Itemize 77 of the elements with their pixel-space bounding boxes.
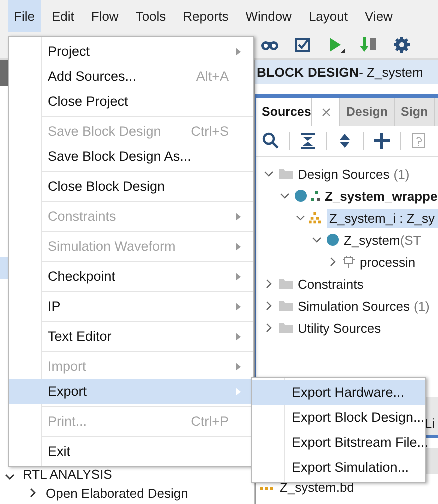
- menu-item[interactable]: View: [359, 0, 399, 32]
- submenu-arrow-icon: [235, 332, 242, 342]
- submenu-arrow-icon: [235, 302, 242, 312]
- submenu-arrow-icon: [235, 242, 242, 252]
- close-icon[interactable]: [322, 108, 332, 116]
- download-bits-icon[interactable]: [360, 36, 378, 54]
- chevron-right-icon[interactable]: [264, 279, 274, 289]
- chevron-down-icon[interactable]: [312, 235, 322, 245]
- tree-item[interactable]: Design Sources: [298, 166, 390, 182]
- menu-entry[interactable]: Text Editor: [9, 324, 253, 349]
- chevron-down-icon[interactable]: [296, 213, 306, 223]
- chevron-right-icon[interactable]: [28, 488, 38, 498]
- chevron-down-icon[interactable]: [264, 169, 274, 179]
- menu-entry[interactable]: Exit: [9, 439, 253, 464]
- chip-icon: [342, 255, 356, 269]
- folder-icon: [278, 298, 294, 314]
- tree-item[interactable]: processin: [360, 254, 416, 270]
- menu-entry[interactable]: Save Block Design As...: [9, 144, 253, 169]
- menu-item[interactable]: Flow: [85, 0, 125, 32]
- hierarchy-icon: [311, 189, 321, 203]
- menu-entry[interactable]: Export Simulation...: [252, 455, 425, 480]
- menu-item[interactable]: Reports: [177, 0, 235, 32]
- module-dot-icon: [326, 233, 340, 247]
- menu-entry[interactable]: Export: [9, 379, 253, 404]
- menu-item[interactable]: Tools: [130, 0, 172, 32]
- submenu-arrow-icon: [235, 272, 242, 282]
- editor-subtitle: - Z_system: [359, 64, 424, 80]
- menu-entry[interactable]: Export Bitstream File...: [252, 430, 425, 455]
- submenu-arrow-icon: [235, 46, 242, 56]
- menu-entry[interactable]: Close Project: [9, 89, 253, 114]
- search-icon[interactable]: [262, 132, 280, 150]
- tree-item[interactable]: Simulation Sources: [298, 298, 410, 314]
- menu-entry[interactable]: Checkpoint: [9, 264, 253, 289]
- panel-tab[interactable]: Li: [424, 416, 438, 435]
- checkbox-icon[interactable]: [294, 36, 312, 54]
- tree-item[interactable]: Z_system: [344, 232, 400, 248]
- menu-entry[interactable]: Close Block Design: [9, 174, 253, 199]
- menu-item[interactable]: Edit: [46, 0, 80, 32]
- file-name[interactable]: Z_system.bd: [280, 480, 354, 495]
- menu-item[interactable]: Layout: [302, 0, 354, 32]
- tree-item[interactable]: Utility Sources: [298, 320, 382, 336]
- item-count: (1): [394, 166, 410, 182]
- folder-icon: [278, 276, 294, 292]
- chevron-right-icon[interactable]: [264, 323, 274, 333]
- submenu-arrow-icon: [235, 212, 242, 222]
- submenu-arrow-icon: [235, 362, 242, 372]
- menu-entry[interactable]: IP: [9, 294, 253, 319]
- menu-entry[interactable]: Export Block Design...: [252, 405, 425, 430]
- flow-navigator-item[interactable]: Open Elaborated Design: [46, 486, 188, 500]
- add-icon[interactable]: [373, 132, 391, 150]
- panel-tab[interactable]: Design: [340, 98, 396, 126]
- editor-title: BLOCK DESIGN: [257, 64, 360, 80]
- tree-item[interactable]: Constraints: [298, 276, 364, 292]
- run-icon[interactable]: [327, 36, 345, 54]
- menu-entry[interactable]: Export Hardware...: [252, 380, 425, 405]
- folder-icon: [278, 166, 294, 182]
- chevron-down-icon[interactable]: [5, 472, 15, 482]
- module-type: (ST: [400, 232, 422, 248]
- menu-entry[interactable]: Project: [9, 39, 253, 64]
- module-dot-icon: [294, 189, 308, 203]
- tree-item[interactable]: Z_system_i : Z_sy: [326, 208, 438, 228]
- panel-tab[interactable]: Sign: [395, 98, 436, 126]
- menu-entry[interactable]: Add Sources... Alt+A: [9, 64, 253, 89]
- gear-icon[interactable]: [393, 36, 411, 54]
- folder-icon: [278, 320, 294, 336]
- flow-section-title: RTL ANALYSIS: [23, 467, 112, 482]
- collapse-all-icon[interactable]: [299, 132, 317, 150]
- tree-item[interactable]: Z_system_wrappe: [325, 188, 438, 204]
- item-count: (1): [414, 298, 430, 314]
- block-design-icon: [309, 211, 323, 225]
- chevron-right-icon[interactable]: [328, 257, 338, 267]
- menu-item[interactable]: Window: [240, 0, 298, 32]
- submenu-arrow-icon: [235, 386, 242, 396]
- chevron-down-icon[interactable]: [280, 191, 290, 201]
- menu-item[interactable]: File: [8, 0, 41, 32]
- chevron-right-icon[interactable]: [264, 301, 274, 311]
- panel-tab[interactable]: Sources: [256, 98, 312, 126]
